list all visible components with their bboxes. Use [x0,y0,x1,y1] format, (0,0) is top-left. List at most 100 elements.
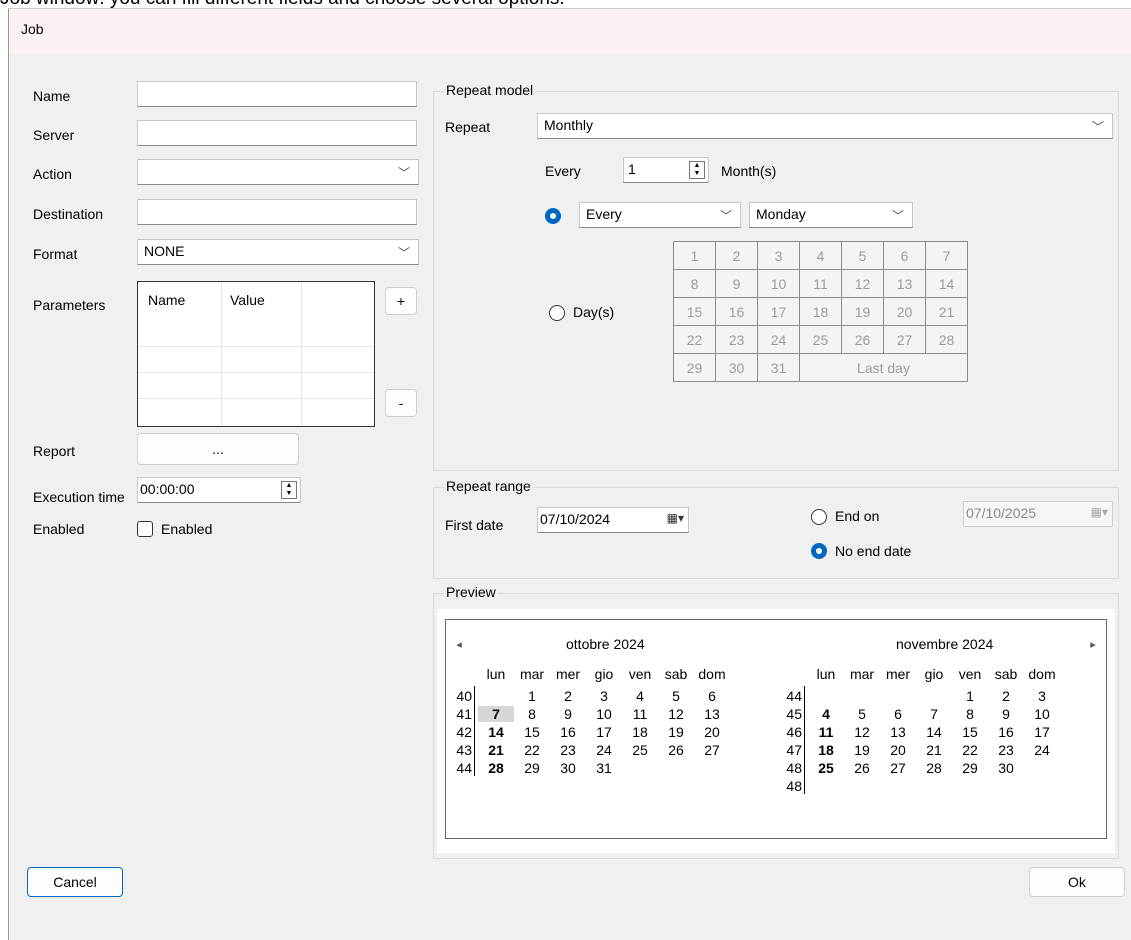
calendar-day[interactable]: 27 [694,742,730,758]
repeat-combo[interactable]: Monthly ﹀ [537,113,1113,139]
calendar-day[interactable]: 15 [514,724,550,740]
day-cell[interactable]: 9 [715,269,758,298]
day-cell[interactable]: 10 [757,269,800,298]
calendar-day[interactable]: 16 [550,724,586,740]
calendar-day[interactable]: 6 [694,688,730,704]
calendar-day[interactable]: 1 [952,688,988,704]
day-cell[interactable]: 29 [673,353,716,382]
day-cell[interactable]: 28 [925,325,968,354]
calendar-day[interactable]: 4 [622,688,658,704]
day-cell[interactable]: 20 [883,297,926,326]
weekday-combo[interactable]: Monday ﹀ [749,202,913,228]
day-cell[interactable]: 4 [799,241,842,270]
calendar-day[interactable]: 14 [916,724,952,740]
name-input[interactable] [137,81,417,107]
calendar-day[interactable]: 3 [1024,688,1060,704]
calendar-day[interactable]: 26 [844,760,880,776]
day-cell[interactable]: 12 [841,269,884,298]
first-date-picker[interactable]: 07/10/2024 ▦▾ [537,507,689,533]
add-parameter-button[interactable]: + [385,287,417,315]
calendar-day[interactable]: 14 [478,724,514,740]
calendar-day[interactable]: 10 [1024,706,1060,722]
day-cell[interactable]: 26 [841,325,884,354]
calendar-day[interactable]: 9 [988,706,1024,722]
calendar-day[interactable]: 18 [808,742,844,758]
every-input[interactable]: 1 ▲ ▼ [623,157,709,183]
exec-time-input[interactable]: 00:00:00 ▲ ▼ [137,477,301,503]
day-cell[interactable]: 8 [673,269,716,298]
calendar-day[interactable]: 2 [988,688,1024,704]
calendar-day[interactable]: 13 [694,706,730,722]
ok-button[interactable]: Ok [1029,867,1125,897]
calendar-day[interactable]: 31 [586,760,622,776]
calendar-day[interactable]: 11 [622,706,658,722]
calendar-day[interactable]: 4 [808,706,844,722]
ordinal-combo[interactable]: Every ﹀ [579,202,741,228]
calendar-day[interactable]: 20 [694,724,730,740]
parameters-table[interactable]: Name Value [137,281,375,427]
calendar-day[interactable]: 12 [844,724,880,740]
server-input[interactable] [137,120,417,146]
spinner-icon[interactable]: ▲ ▼ [281,481,297,499]
calendar-day[interactable]: 19 [844,742,880,758]
format-combo[interactable]: NONE ﹀ [137,239,419,265]
day-cell[interactable]: 30 [715,353,758,382]
days-radio[interactable] [549,305,565,321]
calendar-day[interactable]: 22 [514,742,550,758]
calendar-day[interactable]: 10 [586,706,622,722]
day-cell[interactable]: 6 [883,241,926,270]
calendar-day[interactable]: 25 [622,742,658,758]
cancel-button[interactable]: Cancel [27,867,123,897]
every-weekday-radio[interactable] [545,208,561,224]
day-cell[interactable]: 1 [673,241,716,270]
calendar-day[interactable]: 23 [988,742,1024,758]
calendar-day[interactable]: 22 [952,742,988,758]
day-cell[interactable]: 19 [841,297,884,326]
no-end-date-radio[interactable] [811,543,827,559]
enabled-checkbox[interactable] [137,521,153,537]
calendar-day[interactable]: 8 [952,706,988,722]
calendar-day[interactable]: 29 [514,760,550,776]
day-cell[interactable]: 11 [799,269,842,298]
day-cell[interactable]: 22 [673,325,716,354]
calendar-day[interactable]: 19 [658,724,694,740]
day-cell[interactable]: 18 [799,297,842,326]
day-cell[interactable]: 16 [715,297,758,326]
calendar-day[interactable]: 28 [916,760,952,776]
calendar-day[interactable]: 29 [952,760,988,776]
calendar-day[interactable]: 8 [514,706,550,722]
calendar-day[interactable]: 20 [880,742,916,758]
calendar-day[interactable]: 26 [658,742,694,758]
calendar-day[interactable]: 5 [844,706,880,722]
calendar-day[interactable]: 7 [478,706,514,722]
day-cell[interactable]: 2 [715,241,758,270]
day-cell[interactable]: 17 [757,297,800,326]
day-cell[interactable]: 13 [883,269,926,298]
calendar-day[interactable]: 15 [952,724,988,740]
calendar-dropdown-icon[interactable]: ▦▾ [1091,505,1108,519]
calendar-day[interactable]: 9 [550,706,586,722]
calendar-day[interactable]: 30 [550,760,586,776]
action-combo[interactable]: ﹀ [137,159,419,185]
spinner-icon[interactable]: ▲ ▼ [689,161,705,179]
day-cell[interactable]: 5 [841,241,884,270]
calendar-day[interactable]: 24 [1024,742,1060,758]
end-on-date-picker[interactable]: 07/10/2025 ▦▾ [963,501,1113,527]
calendar-day[interactable]: 2 [550,688,586,704]
calendar-day[interactable]: 13 [880,724,916,740]
calendar-day[interactable]: 11 [808,724,844,740]
day-cell[interactable]: 23 [715,325,758,354]
calendar-day[interactable]: 17 [586,724,622,740]
remove-parameter-button[interactable]: - [385,389,417,417]
calendar-dropdown-icon[interactable]: ▦▾ [667,511,684,525]
calendar-day[interactable]: 6 [880,706,916,722]
day-cell[interactable]: 7 [925,241,968,270]
calendar-day[interactable]: 28 [478,760,514,776]
calendar-day[interactable]: 17 [1024,724,1060,740]
calendar-day[interactable]: 23 [550,742,586,758]
calendar-day[interactable]: 5 [658,688,694,704]
calendar-day[interactable]: 7 [916,706,952,722]
calendar-day[interactable]: 24 [586,742,622,758]
day-cell[interactable]: 15 [673,297,716,326]
calendar-day[interactable]: 12 [658,706,694,722]
